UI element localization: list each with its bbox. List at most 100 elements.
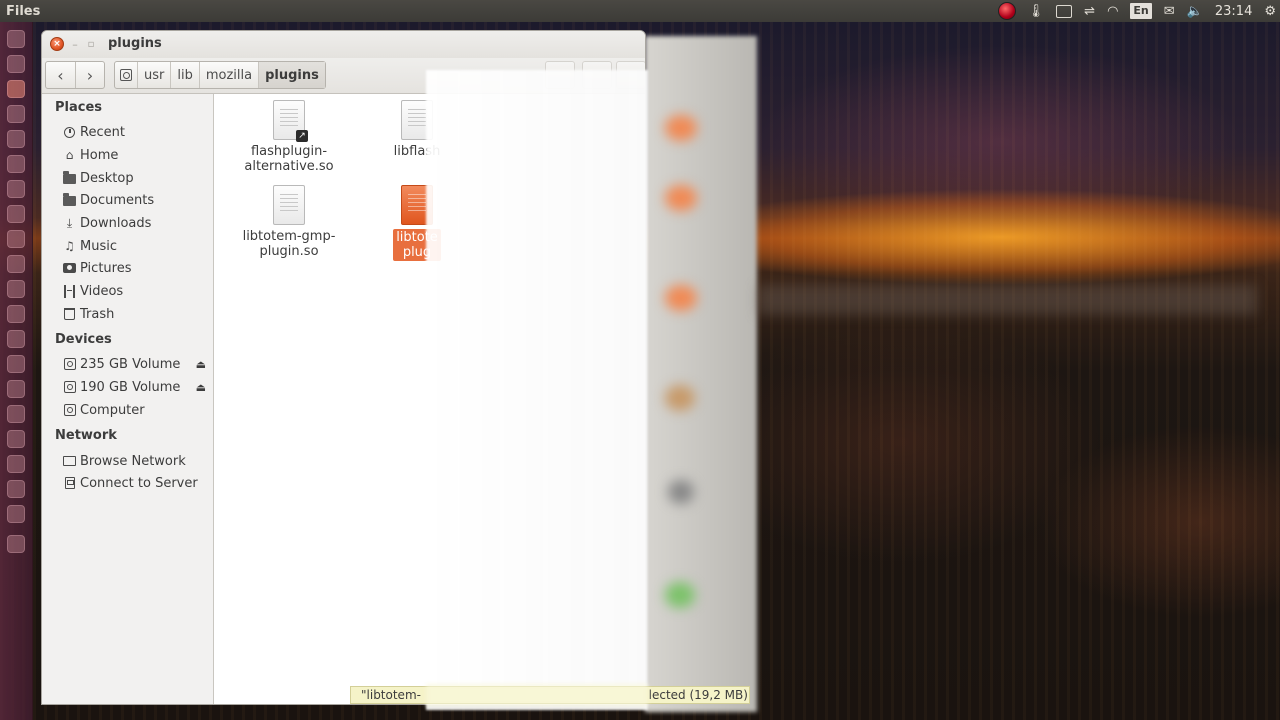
file-item[interactable]: ↗ flashplugin-alternative.so (234, 100, 344, 174)
music-icon: ♫ (64, 239, 75, 253)
launcher-app-icon[interactable] (7, 105, 25, 123)
keyboard-layout-indicator[interactable]: En (1130, 3, 1152, 19)
launcher-app-icon[interactable] (7, 480, 25, 498)
background-app-icon (665, 115, 697, 141)
close-button[interactable]: × (50, 37, 64, 51)
sidebar: Places Recent ⌂ Home Desktop Documents ⤓… (42, 94, 214, 704)
sidebar-item-downloads[interactable]: ⤓ Downloads (62, 213, 210, 233)
background-app-icon (668, 480, 694, 504)
clock[interactable]: 23:14 (1215, 0, 1252, 22)
breadcrumb: usr lib mozilla plugins (114, 61, 326, 89)
background-window (645, 36, 757, 712)
window-titlebar[interactable]: × – ▫ plugins (42, 31, 645, 58)
path-segment-lib[interactable]: lib (170, 62, 198, 88)
launcher-app-icon[interactable] (7, 430, 25, 448)
window-title: plugins (108, 36, 162, 51)
launcher-app-icon[interactable] (7, 455, 25, 473)
sidebar-item-190gb-volume[interactable]: 190 GB Volume ⏏ (62, 377, 210, 397)
drive-icon (63, 381, 76, 393)
path-segment-plugins[interactable]: plugins (258, 62, 325, 88)
sidebar-item-label: 235 GB Volume (80, 356, 181, 372)
desktop-folder-icon (63, 171, 76, 184)
sidebar-item-label: Videos (80, 283, 124, 299)
launcher-app-icon[interactable] (7, 130, 25, 148)
sidebar-item-label: Recent (80, 124, 125, 140)
sidebar-item-label: Music (80, 238, 117, 254)
places-heading: Places (55, 100, 103, 115)
clipboard-icon[interactable] (1056, 4, 1073, 18)
launcher-app-icon[interactable] (7, 230, 25, 248)
sidebar-item-235gb-volume[interactable]: 235 GB Volume ⏏ (62, 354, 210, 374)
sidebar-item-computer[interactable]: Computer (62, 400, 210, 420)
file-item[interactable]: libtotem-gmp-plugin.so (234, 185, 344, 259)
sidebar-item-browse-network[interactable]: Browse Network (62, 451, 210, 471)
back-button[interactable]: ‹ (46, 62, 75, 88)
launcher-app-icon[interactable] (7, 55, 25, 73)
sidebar-item-label: Trash (80, 306, 115, 322)
background-app-icon (665, 285, 697, 311)
film-icon (64, 284, 75, 298)
mail-icon[interactable]: ✉ (1164, 0, 1175, 22)
launcher-app-icon[interactable] (7, 205, 25, 223)
documents-icon (63, 193, 76, 206)
drive-icon (63, 358, 76, 370)
sidebar-item-label: Home (80, 147, 119, 163)
launcher-app-icon[interactable] (7, 330, 25, 348)
maximize-button[interactable]: ▫ (84, 37, 98, 51)
launcher-files-icon[interactable] (7, 80, 25, 98)
sidebar-item-documents[interactable]: Documents (62, 190, 210, 210)
volume-icon[interactable]: 🔈 (1187, 0, 1203, 22)
indicator-area: 🌡 ⇌ ◠ En ✉ 🔈 23:14 ⚙ (997, 0, 1276, 22)
sidebar-item-music[interactable]: ♫ Music (62, 236, 210, 256)
sidebar-item-label: Computer (80, 402, 145, 418)
sidebar-item-label: Desktop (80, 170, 134, 186)
launcher-app-icon[interactable] (7, 405, 25, 423)
launcher-app-icon[interactable] (7, 280, 25, 298)
sidebar-item-pictures[interactable]: Pictures (62, 258, 210, 278)
sidebar-item-label: Downloads (80, 215, 152, 231)
file-name: libtotem-gmp-plugin.so (242, 229, 336, 259)
path-root-button[interactable] (115, 62, 137, 88)
sidebar-item-recent[interactable]: Recent (62, 122, 210, 142)
background-strip (757, 285, 1257, 315)
sidebar-item-label: Documents (80, 192, 155, 208)
launcher-app-icon[interactable] (7, 505, 25, 523)
app-menu-title[interactable]: Files (6, 4, 40, 19)
window-transition-blur (426, 70, 648, 710)
sync-icon[interactable]: ⇌ (1084, 0, 1095, 22)
download-icon: ⤓ (66, 215, 73, 230)
launcher (0, 22, 33, 720)
launcher-app-icon[interactable] (7, 305, 25, 323)
minimize-button[interactable]: – (68, 37, 82, 51)
network-icon (63, 456, 76, 466)
record-indicator-icon[interactable] (997, 2, 1016, 20)
launcher-trash-icon[interactable] (7, 535, 25, 553)
devices-heading: Devices (55, 332, 112, 347)
top-panel: Files 🌡 ⇌ ◠ En ✉ 🔈 23:14 ⚙ (0, 0, 1280, 22)
forward-button[interactable]: › (75, 62, 104, 88)
path-segment-mozilla[interactable]: mozilla (198, 62, 258, 88)
wifi-icon[interactable]: ◠ (1107, 0, 1118, 22)
launcher-app-icon[interactable] (7, 155, 25, 173)
launcher-app-icon[interactable] (7, 355, 25, 373)
eject-icon[interactable]: ⏏ (196, 358, 206, 371)
server-icon (64, 477, 75, 489)
eject-icon[interactable]: ⏏ (196, 381, 206, 394)
sidebar-item-desktop[interactable]: Desktop (62, 168, 210, 188)
background-app-icon (665, 385, 695, 411)
path-segment-usr[interactable]: usr (137, 62, 170, 88)
sidebar-item-home[interactable]: ⌂ Home (62, 145, 210, 165)
sidebar-item-trash[interactable]: Trash (62, 304, 210, 324)
status-blur (426, 684, 648, 706)
home-icon: ⌂ (65, 148, 74, 162)
sidebar-item-label: Browse Network (80, 453, 186, 469)
power-gear-icon[interactable]: ⚙ (1264, 0, 1276, 22)
drive-icon (63, 404, 76, 416)
launcher-app-icon[interactable] (7, 180, 25, 198)
launcher-app-icon[interactable] (7, 255, 25, 273)
thermometer-icon[interactable]: 🌡 (1028, 0, 1045, 22)
launcher-app-icon[interactable] (7, 380, 25, 398)
sidebar-item-connect-to-server[interactable]: Connect to Server (62, 473, 210, 493)
launcher-app-icon[interactable] (7, 30, 25, 48)
sidebar-item-videos[interactable]: Videos (62, 281, 210, 301)
